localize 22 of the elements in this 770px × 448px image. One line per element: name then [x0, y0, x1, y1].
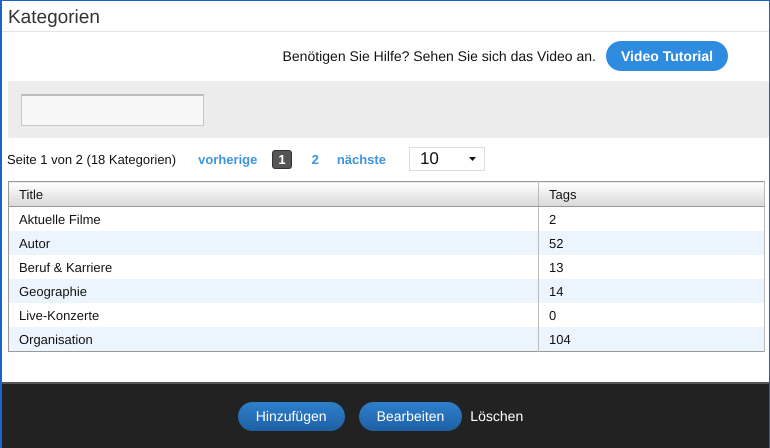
- table-cell: Organisation: [8, 327, 538, 352]
- page-link[interactable]: 1: [272, 150, 292, 168]
- page-size-dropdown[interactable]: 10: [408, 147, 485, 171]
- page-summary: Seite 1 von 2 (18 Kategorien): [7, 152, 176, 166]
- page-link[interactable]: 2: [306, 150, 324, 168]
- footer-link[interactable]: Löschen: [470, 408, 524, 424]
- next-link[interactable]: nächste: [336, 152, 386, 166]
- table-cell: Geographie: [8, 279, 538, 303]
- help-text: Benötigen Sie Hilfe? Sehen Sie sich das Video an.: [282, 48, 596, 64]
- window-title: Kategorien: [2, 1, 769, 32]
- table-cell: Autor: [8, 231, 538, 255]
- column-header[interactable]: Title: [8, 182, 538, 206]
- caret-icon: [468, 157, 476, 161]
- table-cell: 52: [538, 231, 764, 255]
- video-tutorial-button[interactable]: Video Tutorial: [606, 41, 728, 71]
- column-header[interactable]: Tags: [538, 182, 764, 206]
- input-field[interactable]: [21, 94, 204, 126]
- previous-link[interactable]: vorherige: [198, 152, 258, 166]
- footer-button[interactable]: Hinzufügen: [238, 402, 345, 430]
- table-cell: 14: [538, 279, 764, 303]
- table-cell: 104: [538, 327, 764, 352]
- footer-button[interactable]: Bearbeiten: [358, 402, 462, 430]
